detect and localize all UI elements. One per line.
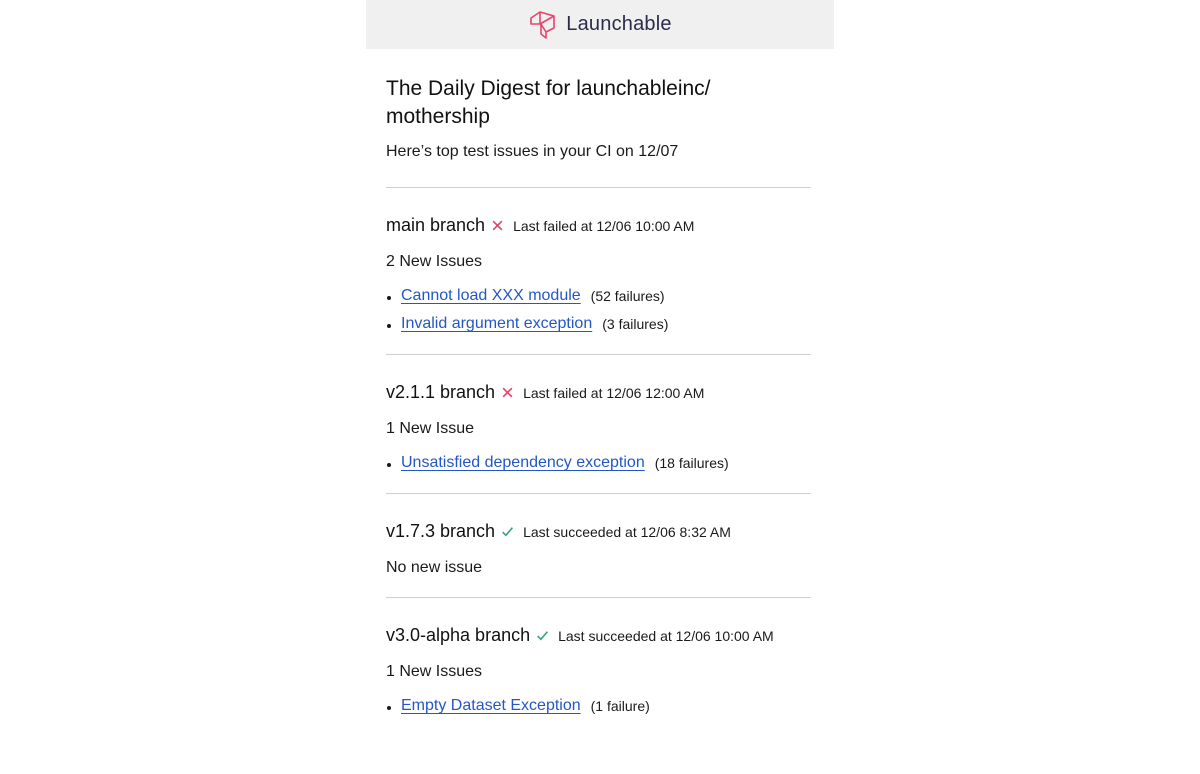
success-check-icon xyxy=(537,631,549,641)
branch-header: main branch Last failed at 12/06 10:00 A… xyxy=(386,215,811,236)
fail-x-icon xyxy=(492,220,503,231)
bullet xyxy=(387,463,391,467)
branch-section-v3-0-alpha: v3.0-alpha branch Last succeeded at 12/0… xyxy=(386,625,811,720)
bullet xyxy=(387,324,391,328)
issue-item: Cannot load XXX module (52 failures) xyxy=(386,282,811,310)
issue-list: Empty Dataset Exception (1 failure) xyxy=(386,692,811,720)
failure-count: (52 failures) xyxy=(590,288,665,304)
fail-x-icon xyxy=(502,387,513,398)
issue-item: Unsatisfied dependency exception (18 fai… xyxy=(386,449,811,477)
issue-count: No new issue xyxy=(386,559,483,576)
divider xyxy=(386,354,811,355)
issue-count: 1 New Issue xyxy=(386,420,475,437)
branch-header: v3.0-alpha branch Last succeeded at 12/0… xyxy=(386,625,811,646)
issue-link[interactable]: Unsatisfied dependency exception xyxy=(401,454,645,472)
branch-section-v2-1-1: v2.1.1 branch Last failed at 12/06 12:00… xyxy=(386,382,811,477)
branch-name: v1.7.3 branch xyxy=(386,521,496,541)
issue-link[interactable]: Empty Dataset Exception xyxy=(401,697,581,715)
branch-name: v2.1.1 branch xyxy=(386,382,496,402)
branch-status-text: Last failed at 12/06 10:00 AM xyxy=(513,217,695,234)
branch-status-text: Last succeeded at 12/06 8:32 AM xyxy=(523,523,731,540)
brand-name: Launchable xyxy=(566,13,672,35)
email-container: Launchable The Daily Digest for launchab… xyxy=(366,0,834,720)
branch-header: v2.1.1 branch Last failed at 12/06 12:00… xyxy=(386,382,811,403)
branch-name: main branch xyxy=(386,215,486,235)
issue-list: Cannot load XXX module (52 failures) Inv… xyxy=(386,282,811,338)
branch-status-text: Last failed at 12/06 12:00 AM xyxy=(523,384,705,401)
issue-link[interactable]: Cannot load XXX module xyxy=(401,287,581,305)
digest-content: The Daily Digest for launchableinc/ moth… xyxy=(366,49,831,720)
issue-item: Invalid argument exception (3 failures) xyxy=(386,310,811,338)
launchable-logo-icon xyxy=(530,10,556,39)
failure-count: (3 failures) xyxy=(602,316,669,332)
bullet xyxy=(387,296,391,300)
failure-count: (1 failure) xyxy=(590,698,650,714)
branch-name: v3.0-alpha branch xyxy=(386,625,531,645)
branch-status-text: Last succeeded at 12/06 10:00 AM xyxy=(558,627,774,644)
success-check-icon xyxy=(502,527,514,537)
divider xyxy=(386,187,811,188)
issue-list: Unsatisfied dependency exception (18 fai… xyxy=(386,449,811,477)
digest-subtitle: Here’s top test issues in your CI on 12/… xyxy=(386,143,679,160)
failure-count: (18 failures) xyxy=(654,455,729,471)
digest-title: The Daily Digest for launchableinc/ moth… xyxy=(386,77,711,128)
issue-item: Empty Dataset Exception (1 failure) xyxy=(386,692,811,720)
branch-section-v1-7-3: v1.7.3 branch Last succeeded at 12/06 8:… xyxy=(386,521,811,577)
issue-count: 1 New Issues xyxy=(386,663,483,680)
email-header: Launchable xyxy=(366,0,834,49)
issue-count: 2 New Issues xyxy=(386,253,483,270)
divider xyxy=(386,493,811,494)
branch-section-main: main branch Last failed at 12/06 10:00 A… xyxy=(386,215,811,338)
branch-header: v1.7.3 branch Last succeeded at 12/06 8:… xyxy=(386,521,811,542)
issue-link[interactable]: Invalid argument exception xyxy=(401,315,592,333)
divider xyxy=(386,597,811,598)
bullet xyxy=(387,706,391,710)
